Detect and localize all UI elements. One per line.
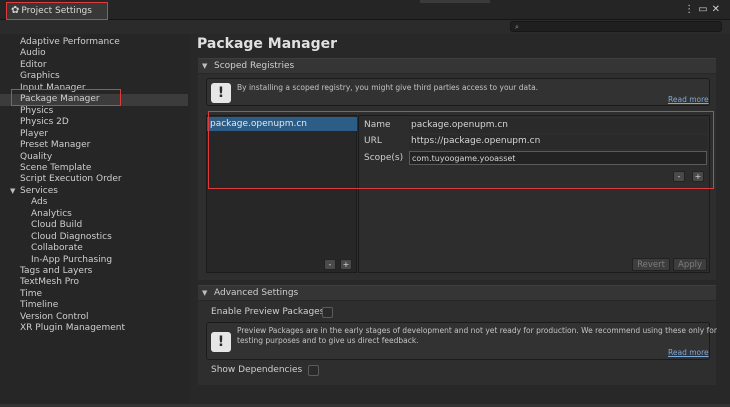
- sidebar-item-label: Time: [20, 288, 43, 299]
- sidebar-item-cloud-build[interactable]: Cloud Build: [31, 220, 82, 231]
- remove-registry-button[interactable]: -: [324, 259, 336, 270]
- preview-info-line1: Preview Packages are in the early stages…: [237, 326, 717, 335]
- sidebar-item-label: XR Plugin Management: [20, 323, 125, 334]
- sidebar-item-quality[interactable]: Quality: [20, 152, 52, 163]
- sidebar-item-timeline[interactable]: Timeline: [20, 300, 58, 311]
- sidebar-item-label: Physics: [20, 105, 54, 116]
- warning-text: By installing a scoped registry, you mig…: [237, 83, 539, 92]
- sidebar-item-label: Services: [20, 185, 58, 196]
- read-more-link[interactable]: Read more: [668, 348, 709, 357]
- sidebar-item-label: Quality: [20, 151, 53, 162]
- sidebar-item-script-execution-order[interactable]: Script Execution Order: [20, 174, 122, 185]
- gear-icon: ✿: [11, 5, 20, 16]
- sidebar-item-version-control[interactable]: Version Control: [20, 312, 89, 323]
- project-settings-tab[interactable]: ✿ Project Settings: [6, 2, 108, 20]
- sidebar-item-textmesh-pro[interactable]: TextMesh Pro: [20, 277, 79, 288]
- search-icon: ⌕: [515, 23, 519, 31]
- sidebar-item-label: Scene Template: [20, 162, 92, 173]
- sidebar-item-player[interactable]: Player: [20, 129, 48, 140]
- sidebar-item-audio[interactable]: Audio: [20, 48, 46, 59]
- expand-triangle-icon: ▼: [202, 62, 208, 70]
- sidebar-item-physics[interactable]: Physics: [20, 106, 53, 117]
- expand-triangle-icon[interactable]: ▼: [10, 186, 15, 197]
- sidebar-item-services[interactable]: ▼ Services: [10, 185, 58, 197]
- scoped-registry-warning: ! By installing a scoped registry, you m…: [206, 78, 710, 106]
- info-icon: !: [211, 83, 231, 103]
- sidebar-item-label: TextMesh Pro: [20, 277, 80, 288]
- expand-triangle-icon: ▼: [202, 289, 208, 297]
- highlight-registry-entry: [208, 111, 714, 189]
- enable-preview-label: Enable Preview Packages: [211, 307, 325, 317]
- sidebar-item-label: Script Execution Order: [20, 174, 122, 185]
- sidebar-item-xr-plugin-management[interactable]: XR Plugin Management: [20, 323, 125, 334]
- sidebar-item-in-app-purchasing[interactable]: In-App Purchasing: [31, 255, 112, 266]
- close-icon[interactable]: ✕: [712, 4, 724, 15]
- sidebar-item-label: Cloud Build: [31, 220, 83, 231]
- enable-preview-checkbox[interactable]: [322, 307, 333, 318]
- tab-title: Project Settings: [21, 6, 92, 16]
- sidebar-item-cloud-diagnostics[interactable]: Cloud Diagnostics: [31, 232, 112, 243]
- more-icon[interactable]: ⋮: [684, 4, 698, 15]
- sidebar-item-label: Timeline: [20, 300, 59, 311]
- advanced-settings-foldout[interactable]: ▼ Advanced Settings: [198, 285, 716, 300]
- sidebar-item-analytics[interactable]: Analytics: [31, 209, 72, 220]
- advanced-settings-label: Advanced Settings: [214, 288, 299, 298]
- sidebar-item-label: Version Control: [20, 311, 89, 322]
- sidebar-item-scene-template[interactable]: Scene Template: [20, 163, 91, 174]
- sidebar-item-editor[interactable]: Editor: [20, 60, 47, 71]
- inactive-tab[interactable]: [420, 0, 490, 3]
- sidebar-item-label: Ads: [31, 197, 48, 208]
- sidebar-item-adaptive-performance[interactable]: Adaptive Performance: [20, 37, 120, 48]
- maximize-icon[interactable]: ▭: [698, 4, 711, 15]
- sidebar-item-label: Graphics: [20, 71, 60, 82]
- sidebar-item-label: Adaptive Performance: [20, 37, 120, 47]
- sidebar-item-physics-2d[interactable]: Physics 2D: [20, 117, 69, 128]
- sidebar-item-collaborate[interactable]: Collaborate: [31, 243, 83, 254]
- add-registry-button[interactable]: +: [340, 259, 352, 270]
- sidebar-item-tags-and-layers[interactable]: Tags and Layers: [20, 266, 92, 277]
- title-bar: [0, 0, 730, 20]
- sidebar-item-label: In-App Purchasing: [31, 254, 113, 265]
- apply-button[interactable]: Apply: [673, 258, 707, 271]
- sidebar-item-label: Cloud Diagnostics: [31, 231, 112, 242]
- revert-button[interactable]: Revert: [632, 258, 670, 271]
- sidebar-item-label: Analytics: [31, 208, 72, 219]
- sidebar-item-label: Player: [20, 128, 49, 139]
- sidebar-item-label: Editor: [20, 59, 47, 70]
- highlight-package-manager: [11, 89, 121, 106]
- sidebar-item-label: Audio: [20, 48, 46, 59]
- sidebar-item-preset-manager[interactable]: Preset Manager: [20, 140, 90, 151]
- sidebar-item-ads[interactable]: Ads: [31, 197, 47, 208]
- sidebar-item-label: Tags and Layers: [20, 266, 93, 276]
- sidebar-item-label: Preset Manager: [20, 140, 91, 151]
- scoped-registries-label: Scoped Registries: [214, 61, 295, 71]
- page-title: Package Manager: [197, 36, 337, 52]
- window-controls: ⋮▭✕: [684, 4, 724, 15]
- sidebar-item-graphics[interactable]: Graphics: [20, 71, 60, 82]
- sidebar-item-label: Collaborate: [31, 243, 83, 254]
- show-dependencies-checkbox[interactable]: [308, 365, 319, 376]
- show-dependencies-label: Show Dependencies: [211, 365, 303, 375]
- preview-info-line2: testing purposes and to give us direct f…: [237, 336, 419, 345]
- search-input[interactable]: ⌕: [510, 21, 722, 32]
- read-more-link[interactable]: Read more: [668, 95, 709, 104]
- scoped-registries-foldout[interactable]: ▼ Scoped Registries: [198, 58, 716, 73]
- info-icon: !: [211, 332, 231, 352]
- sidebar-item-time[interactable]: Time: [20, 289, 42, 300]
- preview-packages-info: ! Preview Packages are in the early stag…: [206, 322, 717, 360]
- sidebar-item-label: Physics 2D: [20, 117, 69, 128]
